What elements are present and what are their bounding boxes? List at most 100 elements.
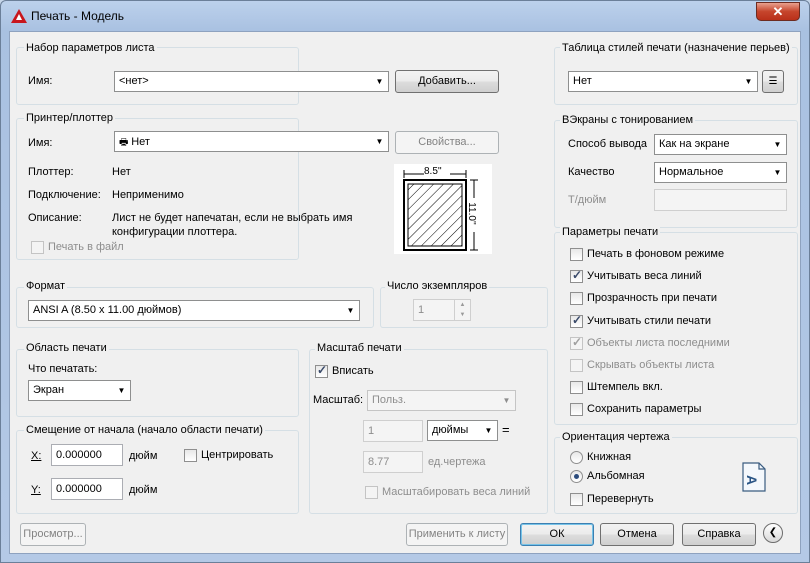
style-table-title: Таблица стилей печати (назначение перьев… [560, 42, 792, 54]
printer-title: Принтер/плоттер [24, 112, 116, 124]
upside-down-checkbox[interactable] [570, 493, 583, 506]
dpi-label: Т/дюйм [568, 194, 607, 206]
offset-x-input[interactable]: 0.000000 [51, 444, 123, 466]
scale-value1-input[interactable]: 1 [363, 420, 423, 442]
chevron-down-icon: ▼ [744, 77, 753, 86]
plot-option-label: Скрывать объекты листа [587, 359, 715, 371]
orientation-letter: A [744, 474, 761, 486]
edit-style-table-button[interactable]: ☰ [762, 70, 784, 93]
chevron-down-icon: ▼ [375, 137, 384, 146]
paper-preview: 8.5'' 11.0'' [394, 164, 492, 254]
plot-offset-group [16, 430, 299, 514]
copies-spinner[interactable]: 1 ▲ ▼ [413, 299, 471, 321]
title-bar[interactable]: Печать - Модель ✕ [1, 1, 809, 31]
plot-option-checkbox[interactable] [570, 359, 583, 372]
scale-lineweights-label: Масштабировать веса линий [382, 486, 531, 498]
plot-option-label: Штемпель вкл. [587, 381, 663, 393]
fit-to-paper-checkbox[interactable] [315, 363, 328, 378]
page-setup-name-combo[interactable]: <нет> ▼ [114, 71, 389, 92]
print-to-file-label: Печать в файл [48, 241, 124, 253]
chevron-down-icon: ▼ [346, 306, 355, 315]
description-line2: конфигурации плоттера. [112, 226, 238, 238]
offset-y-input[interactable]: 0.000000 [51, 478, 123, 500]
page-setup-title: Набор параметров листа [24, 42, 157, 54]
dpi-input[interactable] [654, 189, 787, 211]
plotter-label: Плоттер: [28, 166, 74, 178]
preview-button[interactable]: Просмотр... [20, 523, 86, 546]
portrait-radio[interactable] [570, 451, 583, 464]
shade-plot-combo[interactable]: Как на экране ▼ [654, 134, 787, 155]
plot-scale-title: Масштаб печати [315, 342, 404, 354]
spin-up-icon[interactable]: ▲ [454, 300, 470, 310]
offset-y-label: Y: [31, 484, 41, 496]
ok-button[interactable]: ОК [520, 523, 594, 546]
plotter-value: Нет [112, 166, 131, 178]
preview-height-label: 11.0'' [465, 202, 477, 225]
autocad-logo-icon [11, 9, 27, 23]
edit-table-icon: ☰ [768, 76, 778, 87]
print-to-file-checkbox[interactable] [31, 241, 44, 254]
quality-value: Нормальное [659, 166, 724, 178]
connection-label: Подключение: [28, 189, 101, 201]
add-page-setup-button[interactable]: Добавить... [395, 70, 499, 93]
shade-plot-value: Как на экране [659, 138, 730, 150]
copies-value: 1 [418, 304, 425, 316]
center-plot-checkbox[interactable] [184, 449, 197, 462]
quality-combo[interactable]: Нормальное ▼ [654, 162, 787, 183]
apply-to-layout-button[interactable]: Применить к листу [406, 523, 508, 546]
printer-name-value: Нет [131, 136, 150, 148]
plot-option-checkbox[interactable] [570, 313, 583, 328]
what-to-plot-label: Что печатать: [28, 363, 98, 375]
scale-lineweights-checkbox[interactable] [365, 486, 378, 499]
paper-size-value: ANSI A (8.50 x 11.00 дюймов) [33, 304, 182, 316]
what-to-plot-combo[interactable]: Экран ▼ [28, 380, 131, 401]
plot-option-checkbox[interactable] [570, 248, 583, 261]
plot-options-group [554, 232, 798, 425]
printer-name-combo[interactable]: 🖶 Нет ▼ [114, 131, 389, 152]
chevron-down-icon: ▼ [773, 168, 782, 177]
scale-value2-input[interactable]: 8.77 [363, 451, 423, 473]
plot-option-checkbox[interactable] [570, 403, 583, 416]
plot-options-title: Параметры печати [560, 226, 661, 238]
connection-value: Неприменимо [112, 189, 184, 201]
printer-icon: 🖶 [119, 137, 132, 148]
center-plot-label: Центрировать [201, 449, 274, 461]
scale-label: Масштаб: [313, 394, 364, 406]
scale-unit-combo[interactable]: дюймы ▼ [427, 420, 498, 441]
plot-option-checkbox[interactable] [570, 335, 583, 350]
orientation-preview-icon: A [742, 462, 766, 492]
description-label: Описание: [28, 212, 82, 224]
cancel-button[interactable]: Отмена [600, 523, 674, 546]
scale-equals: = [502, 422, 510, 437]
chevron-down-icon: ▼ [502, 396, 511, 405]
preview-width-label: 8.5'' [424, 166, 442, 177]
scale-combo[interactable]: Польз. ▼ [367, 390, 516, 411]
spin-down-icon[interactable]: ▼ [454, 310, 470, 320]
printer-properties-button[interactable]: Свойства... [395, 131, 499, 154]
plot-option-label: Учитывать стили печати [587, 315, 712, 327]
paper-size-combo[interactable]: ANSI A (8.50 x 11.00 дюймов) ▼ [28, 300, 360, 321]
chevron-down-icon: ▼ [117, 386, 126, 395]
landscape-label: Альбомная [587, 470, 645, 482]
close-button[interactable]: ✕ [756, 2, 800, 21]
plot-option-checkbox[interactable] [570, 268, 583, 283]
plot-option-checkbox[interactable] [570, 381, 583, 394]
plot-offset-title: Смещение от начала (начало области печат… [24, 424, 265, 436]
plot-option-label: Прозрачность при печати [587, 292, 718, 304]
landscape-radio[interactable] [570, 470, 583, 483]
fit-to-paper-label: Вписать [332, 365, 374, 377]
upside-down-label: Перевернуть [587, 493, 654, 505]
plot-area-title: Область печати [24, 342, 109, 354]
shade-plot-label: Способ вывода [568, 138, 647, 150]
print-dialog-window: Печать - Модель ✕ Набор параметров листа… [0, 0, 810, 563]
style-table-combo[interactable]: Нет ▼ [568, 71, 758, 92]
plot-option-label: Объекты листа последними [587, 337, 730, 349]
plot-option-label: Сохранить параметры [587, 403, 702, 415]
quality-label: Качество [568, 166, 615, 178]
copies-title: Число экземпляров [385, 280, 490, 292]
help-button[interactable]: Справка [682, 523, 756, 546]
offset-y-unit: дюйм [129, 484, 158, 496]
offset-x-label: X: [31, 450, 42, 462]
plot-option-checkbox[interactable] [570, 292, 583, 305]
collapse-options-button[interactable]: ❮ [763, 523, 783, 543]
